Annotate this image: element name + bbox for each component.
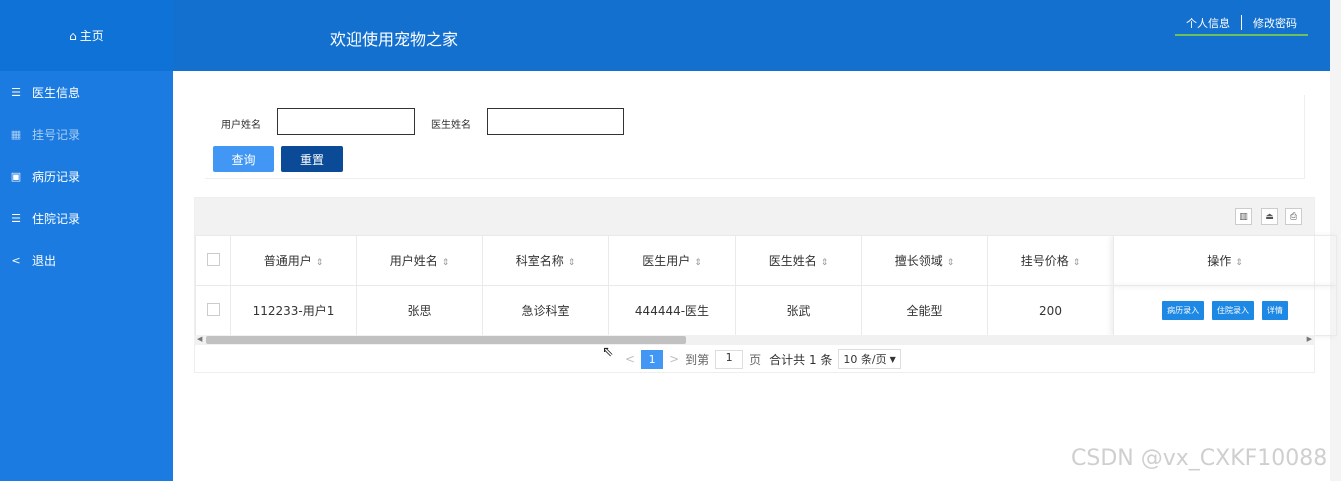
table-cell: 444444-医生 [608,285,736,336]
sidebar-home[interactable]: ⌂ 主页 [0,0,173,71]
column-header[interactable]: 普通用户 ⇕ [230,235,357,286]
pagination: < 1 > 到第 1 页 合计共 1 条 10 条/页 ▼ [619,348,901,370]
sidebar-item-label: 住院记录 [32,211,81,226]
main-content: 用户姓名 医生姓名 查询 重置 ▥ ⏏ ⎙ 普通用户 ⇕ 用户姓名 ⇕ 科室名称 ⇕ [173,71,1337,481]
sort-icon[interactable]: ⇕ [316,258,324,268]
book-icon: ▣ [10,169,22,183]
list-icon: ☰ [11,211,21,225]
column-header[interactable]: 操作 ⇕ [1113,235,1337,286]
sidebar: ⌂ 主页 ☰ 医生信息 ▦ 挂号记录 ▣ 病历记录 ☰ 住院记录 < 退出 [0,0,173,481]
column-header[interactable]: 医生姓名 ⇕ [735,235,862,286]
profile-link[interactable]: 个人信息 [1175,15,1241,31]
sidebar-item-label: 医生信息 [32,85,81,100]
share-icon: < [11,253,21,267]
sidebar-item-logout[interactable]: < 退出 [0,239,173,281]
table-row: 112233-用户1 张思 急诊科室 444444-医生 张武 全能型 200 … [195,285,1337,336]
records-table: 普通用户 ⇕ 用户姓名 ⇕ 科室名称 ⇕ 医生用户 ⇕ 医生姓名 ⇕ 擅长领域 ⇕ 挂号价格… [195,235,1337,336]
table-cell: 全能型 [861,285,988,336]
column-header[interactable]: 挂号价格 ⇕ [987,235,1114,286]
column-header[interactable]: 擅长领域 ⇕ [861,235,988,286]
table-cell: 张思 [356,285,483,336]
details-button[interactable]: 详情 [1261,301,1288,320]
table-cell: 112233-用户1 [230,285,357,336]
goto-page-input[interactable]: 1 [715,349,744,369]
select-all-checkbox[interactable] [206,252,220,266]
table-cell: 张武 [735,285,862,336]
actions-cell: 病历录入 住院录入 详情 [1113,285,1337,336]
scrollbar-thumb[interactable] [206,336,686,344]
sort-icon[interactable]: ⇕ [442,258,450,268]
total-count: 合计共 1 条 [769,352,833,367]
row-select-cell[interactable] [195,285,231,336]
page-number[interactable]: 1 [641,349,664,369]
select-all-cell[interactable] [195,235,231,286]
column-header-label: 擅长领域 [894,254,943,268]
chevron-down-icon: ▼ [889,354,896,364]
page-size-select[interactable]: 10 条/页 ▼ [838,349,901,369]
mouse-cursor-icon: ⇖ [602,344,614,360]
sidebar-item-label: 病历记录 [32,169,81,184]
sidebar-item-hospitalization[interactable]: ☰ 住院记录 [0,197,173,239]
query-button[interactable]: 查询 [213,146,274,172]
sort-icon[interactable]: ⇕ [1073,258,1081,268]
scroll-right-icon[interactable]: ▶ [1307,335,1312,343]
user-name-label: 用户姓名 [221,120,261,131]
sidebar-home-label: 主页 [79,29,104,43]
column-header-label: 医生姓名 [768,254,817,268]
row-checkbox[interactable] [206,302,220,316]
column-header-label: 操作 [1207,254,1232,268]
grid-icon: ▦ [10,127,22,141]
columns-icon[interactable]: ▥ [1235,208,1252,225]
column-header[interactable]: 医生用户 ⇕ [608,235,736,286]
sidebar-item-registration[interactable]: ▦ 挂号记录 [0,113,173,155]
sidebar-item-doctor-info[interactable]: ☰ 医生信息 [0,71,173,113]
table-cell: 200 [987,285,1114,336]
column-header-label: 挂号价格 [1020,254,1069,268]
column-header[interactable]: 用户姓名 ⇕ [356,235,483,286]
header: 欢迎使用宠物之家 个人信息 修改密码 [173,0,1330,71]
table-toolbar: ▥ ⏏ ⎙ [195,198,1314,235]
table-header-row: 普通用户 ⇕ 用户姓名 ⇕ 科室名称 ⇕ 医生用户 ⇕ 医生姓名 ⇕ 擅长领域 ⇕ 挂号价格… [195,235,1337,286]
next-page-button[interactable]: > [669,352,679,366]
hospitalization-entry-button[interactable]: 住院录入 [1212,301,1254,320]
user-name-input[interactable] [277,108,415,135]
sort-icon[interactable]: ⇕ [1235,258,1243,268]
search-panel: 用户姓名 医生姓名 查询 重置 [205,95,1305,179]
header-links: 个人信息 修改密码 [1175,15,1308,36]
sort-icon[interactable]: ⇕ [821,258,829,268]
table-cell: 急诊科室 [482,285,609,336]
doctor-name-label: 医生姓名 [431,120,471,131]
reset-button[interactable]: 重置 [281,146,343,172]
column-header-label: 医生用户 [642,254,691,268]
export-icon[interactable]: ⏏ [1261,208,1278,225]
horizontal-scrollbar[interactable]: ◀ ▶ [194,335,1315,345]
prev-page-button[interactable]: < [625,352,635,366]
page-unit-label: 页 [749,352,762,367]
page-title: 欢迎使用宠物之家 [330,30,459,49]
sidebar-item-medical-record[interactable]: ▣ 病历记录 [0,155,173,197]
list-icon: ☰ [11,85,21,99]
sidebar-item-label: 挂号记录 [32,127,81,142]
doctor-name-input[interactable] [487,108,624,135]
medical-record-entry-button[interactable]: 病历录入 [1162,301,1205,320]
sort-icon[interactable]: ⇕ [568,258,576,268]
page-size-value: 10 条/页 [843,353,887,366]
home-icon: ⌂ [69,28,77,43]
sort-icon[interactable]: ⇕ [947,258,955,268]
column-header[interactable]: 科室名称 ⇕ [482,235,609,286]
sort-icon[interactable]: ⇕ [694,258,702,268]
column-header-label: 普通用户 [263,254,312,268]
watermark: CSDN @vx_CXKF10088 [1071,446,1328,471]
column-header-label: 用户姓名 [389,254,438,268]
column-header-label: 科室名称 [515,254,564,268]
sidebar-item-label: 退出 [32,253,57,268]
change-password-link[interactable]: 修改密码 [1242,15,1308,31]
scroll-left-icon[interactable]: ◀ [197,335,202,343]
print-icon[interactable]: ⎙ [1285,208,1302,225]
goto-label: 到第 [685,352,710,367]
